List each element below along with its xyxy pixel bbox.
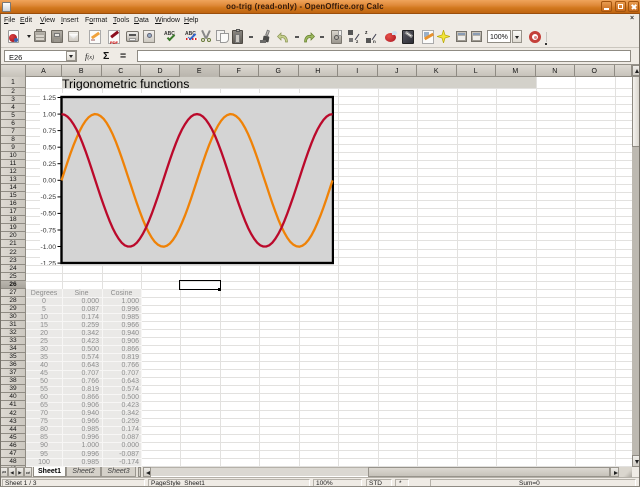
svg-text:0.00: 0.00 bbox=[43, 178, 56, 185]
svg-text:-0.50: -0.50 bbox=[41, 211, 57, 218]
svg-text:-1.00: -1.00 bbox=[41, 244, 57, 251]
svg-text:0.25: 0.25 bbox=[43, 161, 56, 168]
svg-text:-1.25: -1.25 bbox=[41, 260, 57, 265]
svg-text:1.00: 1.00 bbox=[43, 111, 56, 118]
svg-text:-0.25: -0.25 bbox=[41, 194, 57, 201]
svg-text:-0.75: -0.75 bbox=[41, 227, 57, 234]
svg-text:1.25: 1.25 bbox=[43, 95, 56, 102]
svg-text:0.50: 0.50 bbox=[43, 145, 56, 152]
svg-text:0.75: 0.75 bbox=[43, 128, 56, 135]
